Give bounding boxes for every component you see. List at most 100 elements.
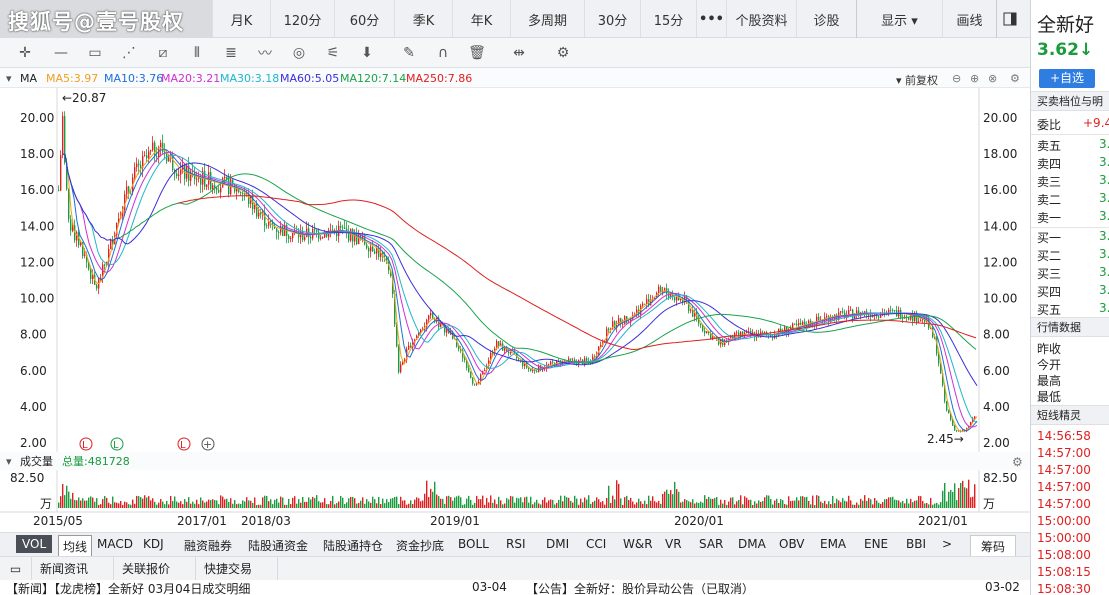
tab-related-quotes[interactable]: 关联报价 — [114, 557, 196, 581]
rect-tool-icon[interactable]: ▭ — [84, 43, 106, 63]
fan-tool-icon[interactable]: ⋰ — [118, 43, 140, 63]
period-yearly-k[interactable]: 年K — [452, 0, 510, 38]
tab-margin[interactable]: 融资融券 — [184, 537, 232, 554]
candle-body — [370, 246, 372, 252]
diagnose-tab[interactable]: 诊股 — [796, 0, 856, 38]
volume-bar — [176, 501, 178, 508]
sprite-time-9[interactable]: 15:08:15 — [1037, 565, 1091, 579]
tabs-next-arrow[interactable]: > — [942, 537, 952, 551]
volume-bar — [676, 489, 678, 508]
candle-body — [738, 332, 740, 336]
ma-settings-icon[interactable]: ⚙ — [1010, 72, 1020, 85]
tab-chips[interactable]: 筹码 — [970, 535, 1017, 558]
tab-ema[interactable]: EMA — [820, 537, 846, 551]
ruler-tool-icon[interactable]: ⚟ — [322, 43, 344, 63]
split-icon[interactable]: ⇹ — [508, 43, 530, 63]
news-item-2[interactable]: 【公告】全新好：股价异动公告（已取消） — [526, 580, 754, 595]
line-tool-icon[interactable]: — — [50, 43, 72, 63]
sprite-time-2[interactable]: 14:57:00 — [1037, 446, 1091, 460]
tab-ma[interactable]: 均线 — [58, 535, 93, 558]
zoom-out-icon[interactable]: ⊖ — [952, 72, 961, 85]
crosshair-icon[interactable]: ✛ — [14, 43, 36, 63]
candle-body — [282, 226, 284, 237]
display-dropdown[interactable]: 显示 ▾ — [856, 0, 942, 38]
volume-bar — [444, 503, 446, 508]
tab-dma[interactable]: DMA — [738, 537, 766, 551]
tab-wr[interactable]: W&R — [623, 537, 653, 551]
candle-body — [288, 235, 290, 239]
panel-toggle-icon[interactable] — [996, 0, 1022, 38]
sprite-time-10[interactable]: 15:08:30 — [1037, 582, 1091, 595]
tab-sar[interactable]: SAR — [699, 537, 723, 551]
volume-bar — [160, 499, 162, 508]
candle-body — [840, 311, 842, 313]
tab-dmi[interactable]: DMI — [546, 537, 569, 551]
tab-boll[interactable]: BOLL — [458, 537, 489, 551]
close-circle-icon[interactable]: ⊗ — [988, 72, 997, 85]
sprite-time-7[interactable]: 15:00:00 — [1037, 531, 1091, 545]
volume-bar — [668, 493, 670, 508]
sprite-time-1[interactable]: 14:56:58 — [1037, 429, 1091, 443]
settings-gear-icon[interactable]: ⚙ — [552, 43, 574, 63]
marker-plus[interactable]: + — [203, 438, 212, 451]
period-60min[interactable]: 60分 — [334, 0, 394, 38]
period-30min[interactable]: 30分 — [584, 0, 640, 38]
volume-bar — [700, 501, 702, 508]
cycle-tool-icon[interactable]: ◎ — [288, 43, 310, 63]
tab-kdj[interactable]: KDJ — [143, 537, 164, 551]
period-multi[interactable]: 多周期 — [510, 0, 584, 38]
period-120min[interactable]: 120分 — [270, 0, 334, 38]
eraser-icon[interactable]: ✎ — [398, 43, 420, 63]
tab-northbound-funds[interactable]: 陆股通资金 — [248, 537, 308, 554]
tab-cci[interactable]: CCI — [586, 537, 606, 551]
tab-vol[interactable]: VOL — [16, 535, 53, 553]
tab-bottom-fishing[interactable]: 资金抄底 — [396, 537, 444, 554]
volume-bar — [880, 503, 882, 508]
draw-line-button[interactable]: 画线 — [942, 0, 996, 38]
add-watchlist-button[interactable]: +自选 — [1039, 69, 1095, 88]
wave-tool-icon[interactable]: 〰 — [254, 43, 276, 63]
sprite-time-6[interactable]: 15:00:00 — [1037, 514, 1091, 528]
bars-tool-icon[interactable]: ⦀ — [186, 43, 208, 63]
tab-quick-trade[interactable]: 快捷交易 — [196, 557, 278, 581]
volume-collapse-icon[interactable]: ▾ — [6, 455, 12, 468]
tab-vr[interactable]: VR — [665, 537, 682, 551]
period-quarterly-k[interactable]: 季K — [394, 0, 452, 38]
volume-bar — [718, 504, 720, 508]
sprite-time-4[interactable]: 14:57:00 — [1037, 480, 1091, 494]
period-monthly-k[interactable]: 月K — [212, 0, 270, 38]
window-toggle-icon[interactable]: ▭ — [0, 557, 32, 581]
sell-2-label: 卖二 — [1037, 193, 1062, 207]
ma-collapse-icon[interactable]: ▾ — [6, 72, 12, 85]
volume-bar — [546, 502, 548, 508]
tab-news[interactable]: 新闻资讯 — [32, 557, 114, 581]
sprite-time-3[interactable]: 14:57:00 — [1037, 463, 1091, 477]
trash-icon[interactable]: 🗑 — [466, 43, 488, 63]
zoom-in-icon[interactable]: ⊕ — [970, 72, 979, 85]
volume-bar — [960, 483, 962, 508]
adjust-dropdown[interactable]: ▾ 前复权 — [896, 72, 938, 88]
tab-northbound-holdings[interactable]: 陆股通持仓 — [323, 537, 383, 554]
volume-bar — [410, 500, 412, 508]
sprite-time-5[interactable]: 14:57:00 — [1037, 497, 1091, 511]
tab-ene[interactable]: ENE — [864, 537, 888, 551]
marker-l-2[interactable]: L — [113, 440, 119, 451]
volume-bar — [970, 497, 972, 508]
channel-tool-icon[interactable]: ⧄ — [152, 43, 174, 63]
tab-obv[interactable]: OBV — [779, 537, 805, 551]
tab-macd[interactable]: MACD — [97, 537, 133, 551]
volume-settings-icon[interactable]: ⚙ — [1012, 455, 1023, 469]
arrow-down-tool-icon[interactable]: ⬇ — [356, 43, 378, 63]
period-15min[interactable]: 15分 — [640, 0, 696, 38]
news-item-1[interactable]: 【新闻】【龙虎榜】全新好 03月04日成交明细 — [6, 580, 250, 595]
magnet-icon[interactable]: ∩ — [432, 43, 454, 63]
more-periods-button[interactable]: ••• — [696, 0, 726, 38]
tab-rsi[interactable]: RSI — [506, 537, 526, 551]
marker-l-3[interactable]: L — [180, 440, 186, 451]
text-tool-icon[interactable]: ≣ — [220, 43, 242, 63]
sprite-time-8[interactable]: 15:08:00 — [1037, 548, 1091, 562]
tab-bbi[interactable]: BBI — [906, 537, 926, 551]
marker-l-1[interactable]: L — [82, 440, 88, 451]
kline-chart[interactable]: 20.00 18.00 16.00 14.00 12.00 10.00 8.00 6.00 4.… — [0, 88, 1030, 532]
stock-profile-tab[interactable]: 个股资料 — [726, 0, 796, 38]
